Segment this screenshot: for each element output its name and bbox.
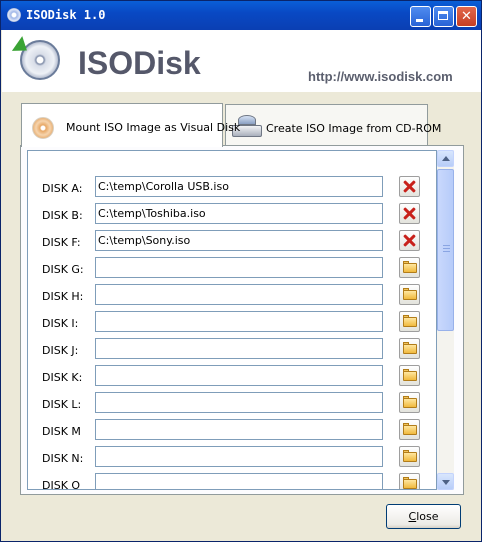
- tab-mount-iso[interactable]: Mount ISO Image as Visual Disk: [21, 103, 240, 147]
- arrow-up-icon: [442, 156, 450, 161]
- title-bar[interactable]: ISODisk 1.0 ✕: [1, 1, 481, 30]
- open-folder-icon: [403, 317, 417, 327]
- unmount-button[interactable]: [399, 203, 420, 224]
- scroll-thumb[interactable]: [437, 169, 454, 331]
- iso-path-field[interactable]: C:\temp\Toshiba.iso: [95, 203, 383, 224]
- disk-row: DISK M: [28, 418, 432, 445]
- website-url[interactable]: http://www.isodisk.com: [308, 69, 453, 84]
- disk-label: DISK I:: [42, 317, 79, 330]
- browse-button[interactable]: [399, 473, 420, 489]
- red-x-icon: [403, 207, 416, 220]
- disk-label: DISK K:: [42, 371, 83, 384]
- scroll-up-button[interactable]: [437, 150, 454, 167]
- disk-label: DISK O: [42, 479, 81, 490]
- browse-button[interactable]: [399, 257, 420, 278]
- tab-create-iso[interactable]: Create ISO Image from CD-ROM: [225, 104, 441, 146]
- disk-row: DISK L:: [28, 391, 432, 418]
- iso-path-field[interactable]: [95, 311, 383, 332]
- window-title: ISODisk 1.0: [26, 8, 106, 22]
- red-x-icon: [403, 180, 416, 193]
- disc-icon: [7, 8, 21, 22]
- open-folder-icon: [403, 452, 417, 462]
- disk-row: DISK G:: [28, 256, 432, 283]
- minimize-icon: [416, 19, 423, 22]
- browse-button[interactable]: [399, 446, 420, 467]
- disk-row: DISK N:: [28, 445, 432, 472]
- red-x-icon: [403, 234, 416, 247]
- browse-button[interactable]: [399, 338, 420, 359]
- disk-row: DISK I:: [28, 310, 432, 337]
- open-folder-icon: [403, 479, 417, 489]
- disk-label: DISK N:: [42, 452, 84, 465]
- iso-path-field[interactable]: [95, 419, 383, 440]
- open-folder-icon: [403, 398, 417, 408]
- open-folder-icon: [403, 263, 417, 273]
- disk-label: DISK F:: [42, 236, 81, 249]
- close-window-button[interactable]: ✕: [456, 6, 477, 27]
- open-folder-icon: [403, 290, 417, 300]
- disk-row: DISK O: [28, 472, 432, 490]
- disk-row: DISK B: C:\temp\Toshiba.iso: [28, 202, 432, 229]
- unmount-button[interactable]: [399, 176, 420, 197]
- disk-label: DISK J:: [42, 344, 79, 357]
- open-folder-icon: [403, 425, 417, 435]
- iso-path-field[interactable]: [95, 446, 383, 467]
- disk-label: DISK B:: [42, 209, 83, 222]
- disk-label: DISK H:: [42, 290, 84, 303]
- disk-label: DISK G:: [42, 263, 84, 276]
- disk-label: DISK M: [42, 425, 81, 438]
- open-folder-icon: [403, 344, 417, 354]
- disk-list: DISK A: C:\temp\Corolla USB.iso DISK B: C:\…: [27, 150, 437, 490]
- close-icon: ✕: [461, 9, 472, 24]
- minimize-button[interactable]: [410, 6, 431, 27]
- disk-row: DISK H:: [28, 283, 432, 310]
- browse-button[interactable]: [399, 284, 420, 305]
- iso-path-field[interactable]: [95, 257, 383, 278]
- disk-row: DISK J:: [28, 337, 432, 364]
- maximize-button[interactable]: [433, 6, 454, 27]
- iso-path-field[interactable]: C:\temp\Sony.iso: [95, 230, 383, 251]
- unmount-button[interactable]: [399, 230, 420, 251]
- close-button[interactable]: Close: [386, 504, 461, 529]
- browse-button[interactable]: [399, 311, 420, 332]
- app-header: ISODisk http://www.isodisk.com: [2, 30, 481, 92]
- disk-row: DISK F: C:\temp\Sony.iso: [28, 229, 432, 256]
- open-folder-icon: [403, 371, 417, 381]
- tab-label: Mount ISO Image as Visual Disk: [66, 121, 241, 134]
- mount-panel: DISK A: C:\temp\Corolla USB.iso DISK B: C:\…: [20, 145, 464, 495]
- browse-button[interactable]: [399, 365, 420, 386]
- arrow-down-icon: [442, 480, 450, 485]
- iso-path-field[interactable]: [95, 392, 383, 413]
- tab-label: Create ISO Image from CD-ROM: [266, 122, 442, 135]
- maximize-icon: [438, 11, 448, 20]
- iso-path-field[interactable]: [95, 338, 383, 359]
- disk-label: DISK A:: [42, 182, 83, 195]
- app-window: ISODisk 1.0 ✕ ISODisk http://www.isodisk…: [0, 0, 482, 542]
- iso-path-field[interactable]: [95, 473, 383, 489]
- disk-row: DISK K:: [28, 364, 432, 391]
- vertical-scrollbar[interactable]: [437, 150, 454, 490]
- disc-icon: [32, 117, 54, 139]
- iso-path-field[interactable]: [95, 284, 383, 305]
- iso-path-field[interactable]: C:\temp\Corolla USB.iso: [95, 176, 383, 197]
- browse-button[interactable]: [399, 419, 420, 440]
- browse-button[interactable]: [399, 392, 420, 413]
- iso-path-field[interactable]: [95, 365, 383, 386]
- scroll-down-button[interactable]: [437, 473, 454, 490]
- disk-row: DISK A: C:\temp\Corolla USB.iso: [28, 175, 432, 202]
- disk-label: DISK L:: [42, 398, 82, 411]
- logo-text: ISODisk: [78, 45, 201, 81]
